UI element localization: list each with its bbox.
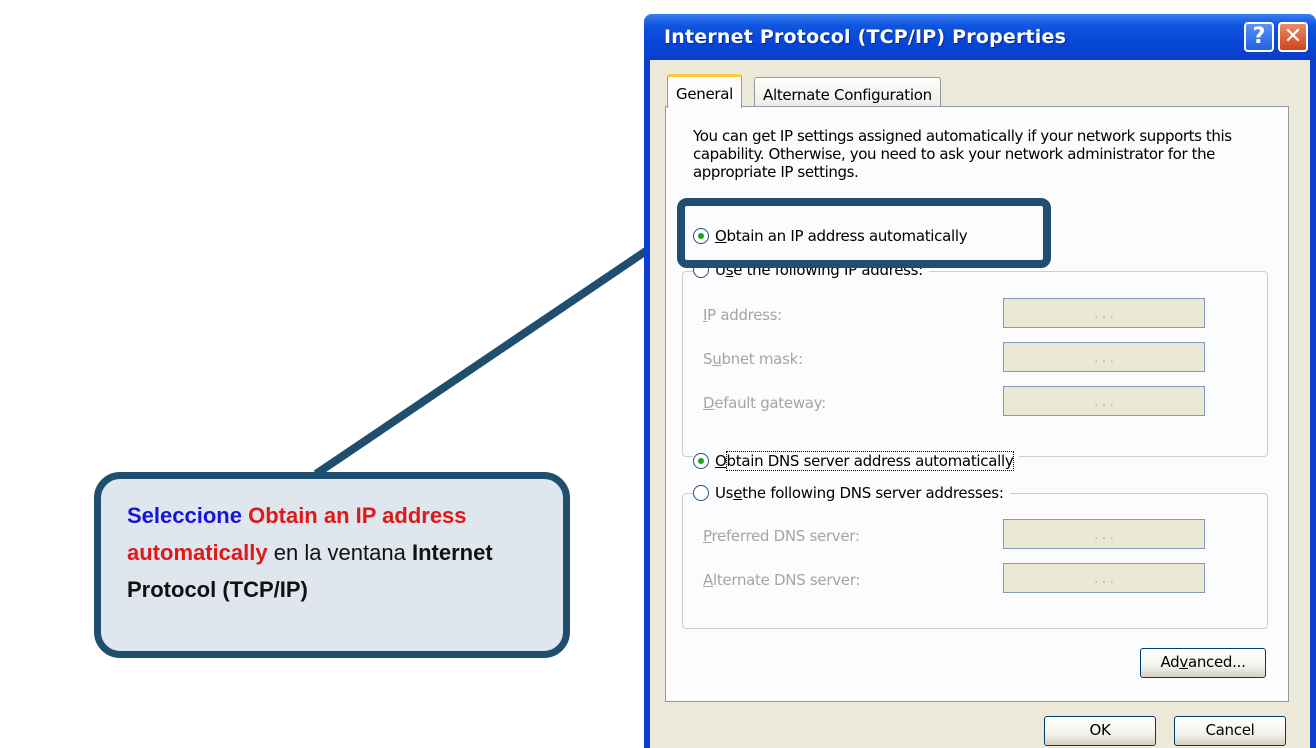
radio-label-obtain-dns: btain DNS server address automatically	[725, 451, 1015, 471]
radio-button-checked[interactable]	[693, 453, 709, 469]
radio-label-use-dns: the following DNS server addresses:	[742, 484, 1004, 502]
preferred-dns-input[interactable]: . . .	[1003, 519, 1205, 549]
callout-window-part1: Internet	[411, 540, 493, 565]
cancel-button[interactable]: Cancel	[1174, 716, 1286, 746]
ok-button[interactable]: OK	[1044, 716, 1156, 746]
close-button[interactable]: ✕	[1278, 22, 1308, 52]
tab-general[interactable]: General	[667, 74, 743, 108]
default-gateway-input[interactable]: . . .	[1003, 386, 1205, 416]
radio-obtain-dns-automatically[interactable]: Obtain DNS server address automatically	[693, 451, 1020, 471]
dialog-title: Internet Protocol (TCP/IP) Properties	[664, 26, 1067, 48]
alternate-dns-label: Alternate DNS server:	[703, 571, 861, 589]
subnet-mask-input[interactable]: . . .	[1003, 342, 1205, 372]
callout-option-part1: Obtain an IP address	[248, 503, 467, 528]
ip-address-label: IP address:	[703, 306, 782, 324]
tcpip-properties-dialog: Internet Protocol (TCP/IP) Properties ? …	[644, 14, 1316, 748]
title-bar[interactable]: Internet Protocol (TCP/IP) Properties ? …	[644, 14, 1316, 60]
close-icon: ✕	[1283, 24, 1303, 49]
radio-button-unchecked[interactable]	[693, 485, 709, 501]
general-tab-panel: You can get IP settings assigned automat…	[665, 106, 1289, 702]
instruction-callout: Seleccione Obtain an IP address automati…	[94, 472, 570, 658]
callout-window-part2: Protocol (TCP/IP)	[127, 577, 308, 602]
tab-alternate-configuration[interactable]: Alternate Configuration	[754, 77, 941, 107]
ip-address-input[interactable]: . . .	[1003, 298, 1205, 328]
callout-mid-text: en la ventana	[273, 540, 406, 565]
option-highlight-box	[677, 198, 1051, 268]
callout-option-part2: automatically	[127, 540, 268, 565]
subnet-mask-label: Subnet mask:	[703, 350, 803, 368]
callout-select-word: Seleccione	[127, 503, 242, 528]
dialog-client-area: General Alternate Configuration You can …	[650, 60, 1310, 748]
alternate-dns-input[interactable]: . . .	[1003, 563, 1205, 593]
radio-use-following-dns[interactable]: Us e the following DNS server addresses:	[693, 484, 1010, 502]
dns-groupbox	[682, 493, 1268, 629]
default-gateway-label: Default gateway:	[703, 394, 826, 412]
callout-text: Seleccione Obtain an IP address automati…	[127, 497, 537, 608]
description-text: You can get IP settings assigned automat…	[693, 127, 1232, 181]
advanced-button[interactable]: Advanced...	[1140, 648, 1266, 678]
preferred-dns-label: Preferred DNS server:	[703, 527, 860, 545]
help-button[interactable]: ?	[1244, 22, 1274, 52]
